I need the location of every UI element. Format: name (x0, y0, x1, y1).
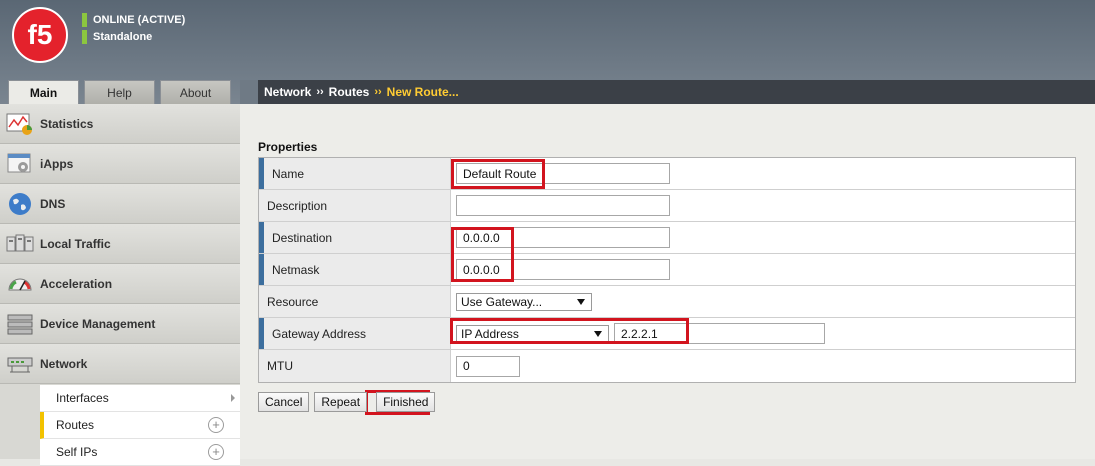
row-destination: Destination (259, 222, 1075, 254)
add-route-icon[interactable]: + (208, 417, 224, 433)
top-banner: f5 ONLINE (ACTIVE) Standalone Main Help … (0, 0, 1095, 104)
cancel-button[interactable]: Cancel (258, 392, 310, 412)
sidebar-subitem-interfaces[interactable]: Interfaces (40, 385, 240, 412)
tab-help[interactable]: Help (84, 80, 155, 104)
network-switch-icon (6, 351, 34, 377)
properties-heading: Properties (258, 140, 318, 154)
sidebar-item-acceleration[interactable]: Acceleration (0, 264, 240, 304)
gateway-address-input[interactable] (614, 323, 825, 344)
description-label: Description (259, 190, 451, 221)
breadcrumb-routes[interactable]: Routes (329, 85, 370, 99)
repeat-button[interactable]: Repeat (314, 392, 368, 412)
sidebar-item-label: Local Traffic (40, 236, 111, 251)
dropdown-arrow-icon (577, 298, 585, 305)
tab-main[interactable]: Main (8, 80, 79, 104)
row-netmask: Netmask (259, 254, 1075, 286)
device-status: ONLINE (ACTIVE) Standalone (82, 11, 185, 45)
add-self-ip-icon[interactable]: + (208, 444, 224, 460)
mtu-label: MTU (259, 350, 451, 382)
sidebar-item-label: Acceleration (40, 276, 113, 291)
globe-icon (6, 191, 34, 217)
header-divider (240, 80, 258, 104)
status-indicator (82, 29, 87, 44)
sidebar-subitem-label: Interfaces (56, 391, 109, 405)
name-input[interactable] (456, 163, 670, 184)
sidebar-item-label: Network (40, 356, 88, 371)
gateway-type-select[interactable]: IP Address (456, 324, 609, 343)
breadcrumb-current: New Route... (386, 85, 459, 99)
sidebar-item-label: Device Management (40, 316, 156, 331)
sidebar-item-label: DNS (40, 196, 66, 211)
status-online: ONLINE (ACTIVE) (93, 13, 186, 26)
resource-selected-value: Use Gateway... (461, 294, 543, 309)
network-submenu: Interfaces Routes + Self IPs + (40, 385, 240, 466)
server-stack-icon (6, 311, 34, 337)
row-name: Name (259, 158, 1075, 190)
status-indicator (82, 12, 87, 27)
iapps-gear-icon (6, 151, 34, 177)
mtu-input[interactable] (456, 355, 520, 377)
local-traffic-icon (6, 231, 34, 257)
statistics-chart-icon (6, 111, 34, 137)
main-content: Properties Name Description Destination … (240, 104, 1095, 459)
properties-table: Name Description Destination Netmask Res… (258, 157, 1076, 383)
tab-about[interactable]: About (160, 80, 231, 104)
row-description: Description (259, 190, 1075, 222)
row-resource: Resource Use Gateway... (259, 286, 1075, 318)
sidebar-item-local-traffic[interactable]: Local Traffic (0, 224, 240, 264)
breadcrumb-separator: ›› (316, 86, 324, 98)
sidebar-item-statistics[interactable]: Statistics (0, 104, 240, 144)
destination-input[interactable] (456, 227, 670, 248)
description-input[interactable] (456, 195, 670, 216)
sidebar: Statistics iApps DNS Local Traffic Accel… (0, 104, 240, 466)
dropdown-arrow-icon (594, 330, 602, 337)
chevron-right-icon (231, 394, 235, 402)
sidebar-subitem-label: Routes (56, 418, 95, 432)
row-gateway: Gateway Address IP Address (259, 318, 1075, 350)
breadcrumb-separator: ›› (374, 86, 382, 98)
sidebar-item-dns[interactable]: DNS (0, 184, 240, 224)
f5-logo: f5 (12, 7, 68, 63)
status-standalone: Standalone (93, 30, 153, 43)
sidebar-item-label: iApps (40, 156, 74, 171)
resource-label: Resource (259, 286, 451, 317)
breadcrumb: Network ›› Routes ›› New Route... (258, 80, 1095, 104)
finished-button[interactable]: Finished (376, 392, 436, 412)
sidebar-subitem-label: Self IPs (56, 445, 98, 459)
speedometer-icon (6, 271, 34, 297)
name-label: Name (259, 158, 451, 189)
gateway-type-selected-value: IP Address (461, 326, 519, 341)
logo-text: f5 (28, 19, 53, 50)
sidebar-item-label: Statistics (40, 116, 94, 131)
row-mtu: MTU (259, 350, 1075, 382)
form-buttons: Cancel Repeat Finished (258, 392, 440, 412)
sidebar-item-device-management[interactable]: Device Management (0, 304, 240, 344)
resource-select[interactable]: Use Gateway... (456, 292, 592, 311)
breadcrumb-network[interactable]: Network (264, 85, 311, 99)
netmask-label: Netmask (259, 254, 451, 285)
netmask-input[interactable] (456, 259, 670, 280)
main-tabs: Main Help About (8, 80, 236, 104)
sidebar-item-iapps[interactable]: iApps (0, 144, 240, 184)
sidebar-subitem-self-ips[interactable]: Self IPs + (40, 439, 240, 466)
destination-label: Destination (259, 222, 451, 253)
sidebar-subitem-routes[interactable]: Routes + (40, 412, 240, 439)
sidebar-item-network[interactable]: Network (0, 344, 240, 384)
gateway-label: Gateway Address (259, 318, 451, 349)
